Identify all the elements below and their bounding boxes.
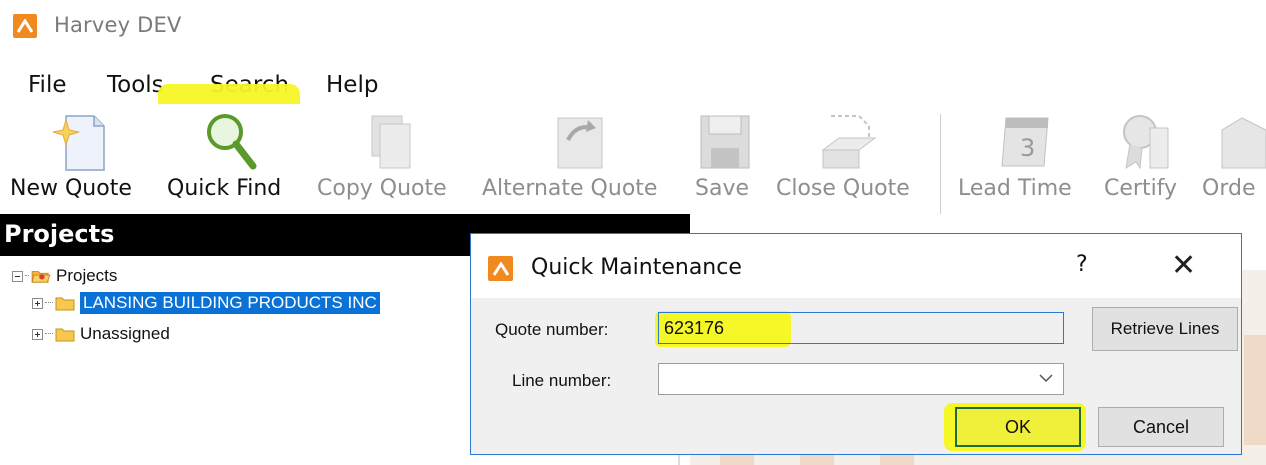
- close-quote-label: Close Quote: [776, 176, 910, 201]
- order-label: Orde: [1202, 176, 1256, 201]
- calendar-icon: 3: [1001, 117, 1049, 167]
- save-label: Save: [695, 176, 750, 201]
- tree-node-projects-root[interactable]: Projects: [12, 264, 117, 288]
- save-button[interactable]: Save: [693, 104, 755, 214]
- quote-number-input[interactable]: [658, 312, 1064, 344]
- open-folder-icon: [31, 271, 51, 283]
- help-icon[interactable]: ?: [1076, 252, 1088, 277]
- order-icon: [1221, 117, 1266, 169]
- svg-text:3: 3: [1020, 134, 1035, 162]
- alternate-quote-button[interactable]: Alternate Quote: [482, 104, 682, 214]
- toolbar: New Quote Quick Find Copy Quote Alternat…: [0, 104, 1266, 214]
- dialog-logo-icon: [488, 256, 513, 281]
- app-logo-icon: [13, 14, 37, 38]
- close-quote-button[interactable]: Close Quote: [774, 104, 924, 214]
- background-decoration: [1244, 335, 1266, 445]
- projects-header-title: Projects: [4, 220, 115, 248]
- folder-icon: [55, 328, 75, 342]
- certify-button[interactable]: Certify: [1102, 104, 1192, 214]
- cancel-button[interactable]: Cancel: [1098, 407, 1224, 447]
- expand-icon[interactable]: [32, 297, 43, 309]
- ok-button[interactable]: OK: [955, 407, 1081, 447]
- new-quote-button[interactable]: New Quote: [8, 104, 148, 214]
- alternate-quote-label: Alternate Quote: [482, 176, 658, 201]
- expand-icon[interactable]: [32, 328, 43, 340]
- line-number-label: Line number:: [512, 371, 612, 390]
- window-titlebar: Harvey DEV: [0, 0, 1266, 58]
- alternate-quote-icon: [557, 117, 603, 169]
- tree-label-unassigned: Unassigned: [80, 324, 170, 343]
- close-quote-icon: [821, 115, 877, 169]
- quick-find-label: Quick Find: [167, 176, 282, 201]
- new-quote-icon: [52, 115, 105, 171]
- menu-help[interactable]: Help: [326, 72, 378, 98]
- quick-find-button[interactable]: Quick Find: [165, 104, 295, 214]
- close-icon[interactable]: ✕: [1171, 248, 1196, 283]
- folder-icon: [55, 297, 75, 311]
- tree-node-lansing[interactable]: LANSING BUILDING PRODUCTS INC: [32, 291, 380, 315]
- tree-label-lansing: LANSING BUILDING PRODUCTS INC: [80, 292, 380, 314]
- collapse-icon[interactable]: [12, 270, 23, 282]
- copy-quote-label: Copy Quote: [317, 176, 447, 201]
- dialog-titlebar[interactable]: Quick Maintenance ? ✕: [471, 234, 1241, 298]
- quote-number-label: Quote number:: [495, 320, 609, 339]
- order-button[interactable]: Orde: [1200, 104, 1266, 214]
- copy-quote-button[interactable]: Copy Quote: [315, 104, 465, 214]
- toolbar-separator: [940, 114, 941, 214]
- tree-node-unassigned[interactable]: Unassigned: [32, 322, 170, 346]
- certify-icon: [1123, 115, 1169, 170]
- magnifier-icon: [207, 114, 257, 170]
- menu-tools[interactable]: Tools: [107, 72, 164, 98]
- tree-label-projects: Projects: [56, 266, 118, 285]
- copy-quote-icon: [371, 115, 411, 169]
- new-quote-label: New Quote: [10, 176, 132, 201]
- lead-time-label: Lead Time: [958, 176, 1072, 201]
- certify-label: Certify: [1104, 176, 1178, 201]
- retrieve-lines-button[interactable]: Retrieve Lines: [1092, 307, 1238, 351]
- save-icon: [700, 115, 750, 169]
- dialog-title: Quick Maintenance: [531, 255, 742, 280]
- chevron-down-icon: [1039, 368, 1053, 387]
- menu-file[interactable]: File: [28, 72, 67, 98]
- lead-time-button[interactable]: 3 Lead Time: [956, 104, 1091, 214]
- line-number-select[interactable]: [658, 363, 1064, 395]
- window-title: Harvey DEV: [54, 13, 182, 37]
